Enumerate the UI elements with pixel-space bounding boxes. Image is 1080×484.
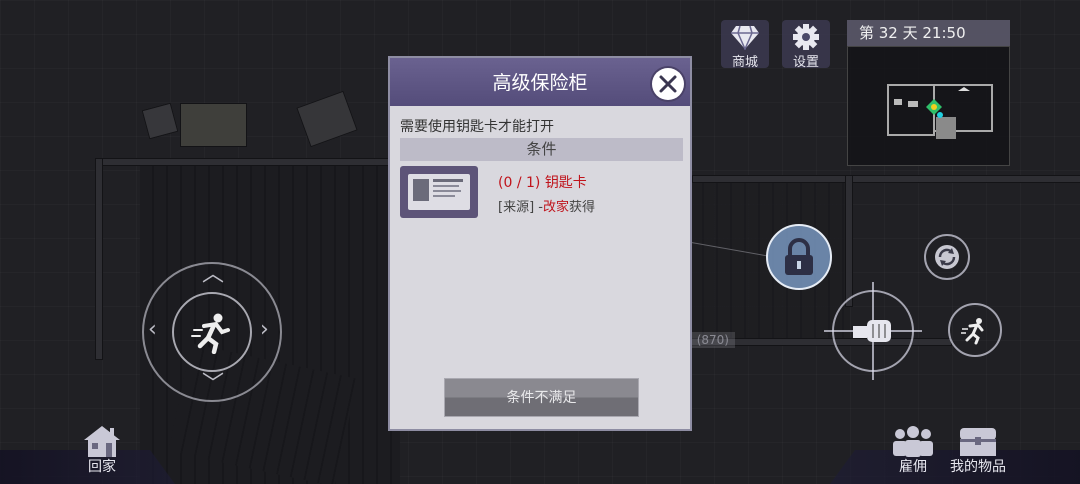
padlock-icon bbox=[785, 238, 813, 275]
item-source: [来源] -改家获得 bbox=[498, 196, 595, 215]
home-label: 回家 bbox=[88, 459, 116, 475]
conditions-not-met-button[interactable]: 条件不满足 bbox=[444, 378, 639, 417]
requirement-text: 需要使用钥匙卡才能打开 bbox=[400, 119, 554, 135]
close-icon bbox=[659, 75, 677, 93]
chest-icon bbox=[960, 428, 996, 456]
arrow-left-icon: ‹ bbox=[148, 317, 157, 342]
people-icon bbox=[893, 426, 933, 457]
arrow-right-icon: › bbox=[260, 317, 269, 342]
required-item-name: (0 / 1) 钥匙卡 bbox=[498, 172, 587, 192]
conditions-header: 条件 bbox=[400, 138, 683, 161]
arrow-up-icon: ︿ bbox=[202, 262, 225, 287]
sprint-button[interactable] bbox=[172, 292, 252, 372]
arrow-down-icon: ﹀ bbox=[202, 372, 225, 397]
running-icon bbox=[191, 313, 230, 354]
minimap-rooms bbox=[887, 84, 993, 139]
close-button[interactable] bbox=[652, 68, 684, 100]
day-time-display: 第 32 天 21:50 bbox=[847, 20, 1010, 46]
safe-dialog: 高级保险柜 需要使用钥匙卡才能打开 条件 (0 / 1) 钥匙卡 [来源] -改… bbox=[388, 56, 692, 431]
dodge-button[interactable] bbox=[948, 303, 1002, 357]
shop-label: 商城 bbox=[731, 55, 758, 70]
diamond-icon bbox=[731, 25, 759, 50]
hire-button[interactable]: 雇佣 bbox=[888, 424, 938, 476]
home-button[interactable]: 回家 bbox=[76, 424, 128, 476]
minimap[interactable] bbox=[847, 46, 1010, 166]
required-item-slot[interactable] bbox=[400, 166, 478, 218]
unlock-button[interactable] bbox=[766, 224, 832, 290]
my-items-label: 我的物品 bbox=[950, 459, 1006, 475]
settings-label: 设置 bbox=[792, 55, 819, 70]
running-icon bbox=[961, 318, 984, 345]
gear-icon bbox=[793, 24, 819, 50]
settings-button[interactable]: 设置 bbox=[782, 20, 830, 70]
day-time-text: 第 32 天 21:50 bbox=[859, 24, 966, 42]
movement-joystick[interactable]: ︿ ﹀ ‹ › bbox=[142, 262, 282, 402]
attack-button[interactable] bbox=[824, 282, 922, 380]
hire-label: 雇佣 bbox=[899, 459, 927, 475]
dialog-header: 高级保险柜 bbox=[390, 58, 690, 106]
item-progress: (0 / 1) bbox=[498, 175, 541, 191]
swap-button[interactable] bbox=[924, 234, 970, 280]
my-items-button[interactable]: 我的物品 bbox=[944, 424, 1012, 476]
source-prefix: [来源] - bbox=[498, 200, 543, 215]
id-card-icon bbox=[408, 174, 470, 210]
item-name: 钥匙卡 bbox=[544, 175, 587, 191]
dialog-title: 高级保险柜 bbox=[492, 72, 588, 94]
fist-icon bbox=[853, 320, 891, 342]
refresh-icon bbox=[935, 245, 959, 269]
shop-button[interactable]: 商城 bbox=[721, 20, 769, 70]
source-suffix: 获得 bbox=[568, 200, 595, 215]
source-place: 改家 bbox=[542, 200, 569, 215]
house-icon bbox=[84, 426, 120, 457]
